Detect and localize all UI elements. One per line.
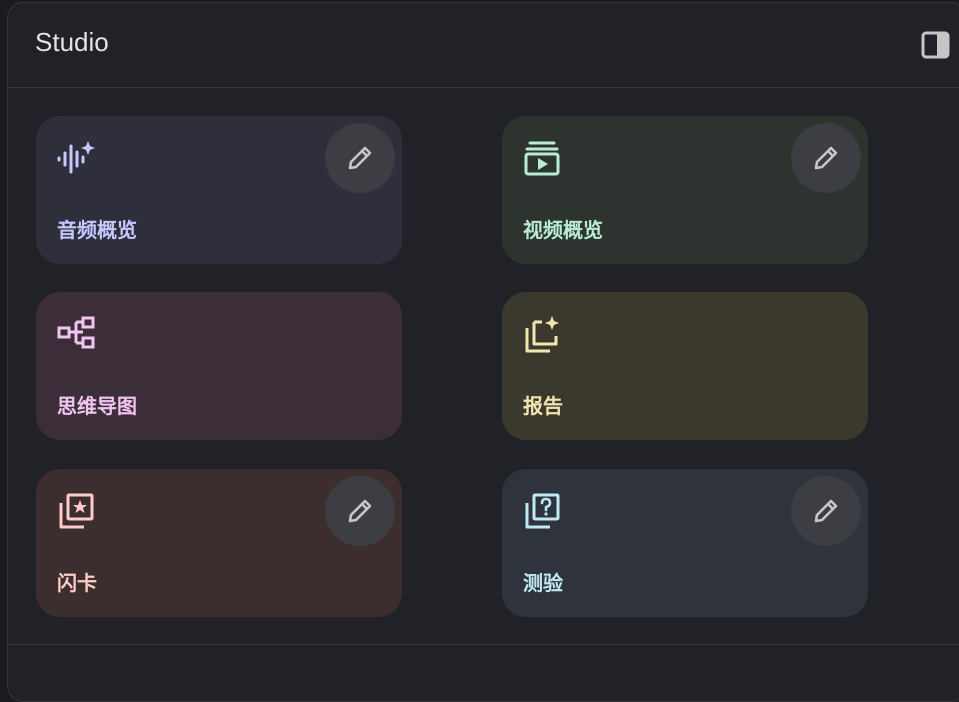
card-label: 思维导图 [57,394,137,418]
page-title: Studio [35,27,109,57]
card-label: 视频概览 [523,218,603,242]
edit-button[interactable] [791,476,861,546]
edit-button[interactable] [325,123,395,193]
flashcards-card[interactable]: 闪卡 [36,469,402,617]
pencil-icon [348,499,372,523]
report-sparkle-icon [525,316,559,353]
video-overview-card[interactable]: 视频概览 [502,116,868,264]
edit-button[interactable] [325,476,395,546]
pencil-icon [814,499,838,523]
report-card[interactable]: 报告 [502,292,868,440]
flashcard-star-icon [59,493,94,529]
studio-header: Studio [8,3,959,88]
video-play-icon [524,141,560,176]
collapse-panel-button[interactable] [920,29,952,61]
card-label: 报告 [523,394,563,418]
card-label: 音频概览 [57,218,137,242]
quiz-question-icon [525,493,560,529]
divider [8,644,959,645]
mind-map-card[interactable]: 思维导图 [36,292,402,440]
card-label: 闪卡 [57,571,97,595]
audio-overview-card[interactable]: 音频概览 [36,116,402,264]
pencil-icon [814,146,838,170]
mind-map-icon [57,316,95,349]
studio-panel: Studio 音频概览 视频概览 思维导图 报告 闪卡 测验 [7,2,959,702]
card-label: 测验 [523,571,563,595]
edit-button[interactable] [791,123,861,193]
audio-sparkle-icon [57,141,95,174]
pencil-icon [348,146,372,170]
side-panel-icon [921,31,950,59]
quiz-card[interactable]: 测验 [502,469,868,617]
